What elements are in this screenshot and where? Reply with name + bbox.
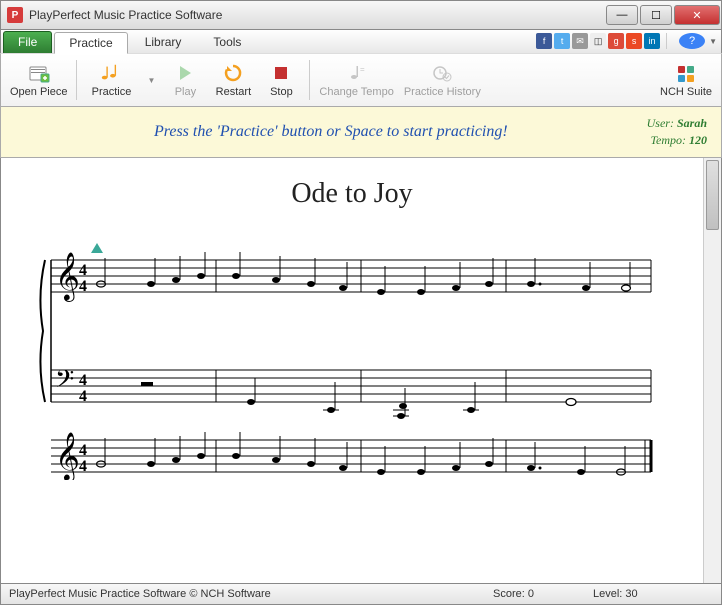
window-titlebar: P PlayPerfect Music Practice Software — … <box>0 0 722 30</box>
level-value: 30 <box>625 588 637 600</box>
status-product: PlayPerfect Music Practice Software © NC… <box>9 588 493 600</box>
play-label: Play <box>175 86 196 98</box>
practice-icon <box>100 62 122 84</box>
tempo-label: Tempo: <box>650 133 686 147</box>
info-banner: Press the 'Practice' button or Space to … <box>0 107 722 158</box>
piece-title: Ode to Joy <box>31 178 673 210</box>
help-dropdown-icon[interactable]: ▼ <box>709 37 717 46</box>
app-icon: P <box>7 7 23 23</box>
open-piece-label: Open Piece <box>10 86 67 98</box>
svg-text:4: 4 <box>79 262 87 279</box>
svg-text:4: 4 <box>79 442 87 459</box>
share-icon[interactable]: ◫ <box>590 33 606 49</box>
user-value: Sarah <box>677 116 707 130</box>
nch-suite-label: NCH Suite <box>660 86 712 98</box>
menu-library[interactable]: Library <box>130 31 197 53</box>
menu-practice[interactable]: Practice <box>54 32 127 54</box>
staff-system-2: 𝄞 4 4 <box>31 420 661 480</box>
stop-label: Stop <box>270 86 293 98</box>
svg-text:4: 4 <box>79 458 87 475</box>
play-button[interactable]: Play <box>161 56 209 104</box>
separator <box>666 33 667 49</box>
nch-suite-button[interactable]: NCH Suite <box>655 56 717 104</box>
status-score: Score: 0 <box>493 588 593 600</box>
status-bar: PlayPerfect Music Practice Software © NC… <box>0 583 722 605</box>
practice-dropdown-icon[interactable]: ▼ <box>141 76 161 85</box>
facebook-icon[interactable]: f <box>536 33 552 49</box>
sheet-music-panel[interactable]: Ode to Joy <box>1 158 703 583</box>
menu-file[interactable]: File <box>3 31 52 53</box>
stop-icon <box>270 62 292 84</box>
svg-text:4: 4 <box>79 278 87 295</box>
menu-bar: File Practice Library Tools f t ✉ ◫ g s … <box>0 30 722 53</box>
banner-user-info: User: Sarah Tempo: 120 <box>647 115 707 149</box>
restart-icon <box>222 62 244 84</box>
change-tempo-label: Change Tempo <box>319 86 393 98</box>
play-icon <box>174 62 196 84</box>
status-level: Level: 30 <box>593 588 713 600</box>
position-marker-icon <box>91 243 103 253</box>
practice-history-label: Practice History <box>404 86 481 98</box>
twitter-icon[interactable]: t <box>554 33 570 49</box>
svg-text:𝄢: 𝄢 <box>55 366 74 399</box>
minimize-button[interactable]: — <box>606 5 638 25</box>
svg-text:𝄞: 𝄞 <box>55 252 80 302</box>
score-value: 0 <box>528 588 534 600</box>
practice-button[interactable]: Practice <box>81 56 141 104</box>
score-label: Score: <box>493 588 525 600</box>
google-plus-icon[interactable]: g <box>608 33 624 49</box>
help-icon[interactable]: ? <box>679 33 705 49</box>
svg-text:4: 4 <box>79 372 87 389</box>
content-area: Ode to Joy <box>0 158 722 583</box>
user-label: User: <box>647 116 674 130</box>
restart-label: Restart <box>216 86 251 98</box>
svg-text:𝄞: 𝄞 <box>55 432 80 480</box>
nch-suite-icon <box>675 62 697 84</box>
change-tempo-button[interactable]: = Change Tempo <box>314 56 398 104</box>
tempo-value: 120 <box>689 133 707 147</box>
menu-tools[interactable]: Tools <box>198 31 256 53</box>
linkedin-icon[interactable]: in <box>644 33 660 49</box>
window-controls: — ☐ ✕ <box>605 5 721 25</box>
practice-label: Practice <box>92 86 132 98</box>
stumbleupon-icon[interactable]: s <box>626 33 642 49</box>
separator <box>76 60 77 100</box>
svg-text:4: 4 <box>79 388 87 405</box>
svg-text:=: = <box>360 65 365 74</box>
history-icon <box>431 62 453 84</box>
restart-button[interactable]: Restart <box>209 56 257 104</box>
practice-history-button[interactable]: Practice History <box>399 56 486 104</box>
toolbar: Open Piece Practice ▼ Play Restart Stop … <box>0 53 722 107</box>
separator <box>309 60 310 100</box>
close-button[interactable]: ✕ <box>674 5 720 25</box>
mail-icon[interactable]: ✉ <box>572 33 588 49</box>
stop-button[interactable]: Stop <box>257 56 305 104</box>
tempo-icon: = <box>346 62 368 84</box>
maximize-button[interactable]: ☐ <box>640 5 672 25</box>
staff-system-1: 𝄞 𝄢 4 4 4 4 <box>31 240 661 420</box>
level-label: Level: <box>593 588 622 600</box>
window-title: PlayPerfect Music Practice Software <box>29 8 605 22</box>
social-bar: f t ✉ ◫ g s in ? ▼ <box>536 33 717 49</box>
open-piece-button[interactable]: Open Piece <box>5 56 72 104</box>
banner-message: Press the 'Practice' button or Space to … <box>15 123 647 141</box>
scrollbar-thumb[interactable] <box>706 160 719 230</box>
vertical-scrollbar[interactable] <box>703 158 721 583</box>
open-piece-icon <box>28 62 50 84</box>
